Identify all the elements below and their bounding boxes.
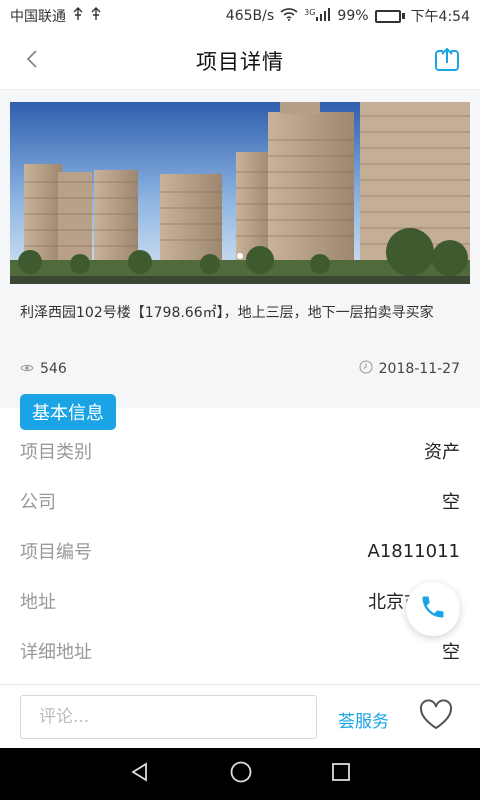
phone-icon [419, 593, 447, 625]
clock: 下午4:54 [410, 9, 470, 25]
favorite-button[interactable] [418, 699, 454, 733]
info-label: 地址 [20, 592, 56, 613]
clock-icon [359, 360, 373, 378]
info-row-detail-address: 详细地址 空 [0, 626, 480, 676]
info-label: 项目类别 [20, 442, 92, 463]
nav-bar: 项目详情 [0, 32, 480, 90]
network-type: 3G [304, 7, 316, 17]
info-row-company: 公司 空 [0, 476, 480, 526]
eye-icon [20, 361, 34, 377]
info-label: 项目编号 [20, 542, 92, 563]
comment-bar: 荟服务 [0, 684, 480, 748]
publish-date: 2018-11-27 [359, 360, 460, 378]
nav-back-icon[interactable] [129, 761, 151, 787]
project-image[interactable] [10, 102, 470, 284]
publish-date-value: 2018-11-27 [378, 361, 460, 377]
project-summary: 利泽西园102号楼【1798.66㎡】，地上三层，地下一层拍卖寻买家 546 2… [0, 90, 480, 408]
call-button[interactable] [406, 582, 460, 636]
back-button[interactable] [14, 46, 50, 76]
usb-icon [90, 7, 102, 25]
info-label: 详细地址 [20, 642, 92, 663]
view-count: 546 [20, 360, 67, 378]
status-left: 中国联通 [10, 6, 102, 26]
usb-icon [72, 7, 84, 25]
nav-recents-icon[interactable] [331, 762, 351, 786]
system-nav-bar [0, 748, 480, 800]
project-description: 利泽西园102号楼【1798.66㎡】，地上三层，地下一层拍卖寻买家 [20, 305, 434, 321]
nav-home-icon[interactable] [229, 760, 253, 788]
info-row-project-number: 项目编号 A1811011 [0, 526, 480, 576]
page-title: 项目详情 [196, 49, 284, 74]
status-bar: 中国联通 465B/s 3G 99% 下午4:54 [0, 0, 480, 32]
network-speed: 465B/s [225, 8, 275, 24]
battery-icon [374, 9, 405, 23]
signal-icon [315, 7, 331, 25]
wifi-icon [280, 7, 298, 25]
share-button[interactable] [434, 46, 462, 74]
share-icon [434, 47, 460, 76]
info-row-category: 项目类别 资产 [0, 426, 480, 476]
info-value: 空 [442, 492, 460, 513]
info-value: 资产 [424, 442, 460, 463]
status-right: 465B/s 3G 99% 下午4:54 [226, 6, 470, 26]
info-value: A1811011 [367, 540, 460, 562]
view-count-value: 546 [40, 361, 67, 377]
info-label: 公司 [20, 492, 56, 513]
chevron-left-icon [25, 49, 39, 73]
project-stats: 546 2018-11-27 [20, 360, 460, 378]
battery-percent: 99% [337, 8, 369, 24]
comment-input[interactable] [20, 695, 317, 739]
info-list: 项目类别 资产 公司 空 项目编号 A1811011 地址 北京市市 详细地址 … [0, 426, 480, 676]
basic-info-tag: 基本信息 [20, 394, 116, 430]
heart-icon [418, 699, 454, 735]
service-link[interactable]: 荟服务 [338, 707, 389, 732]
carrier-label: 中国联通 [10, 9, 66, 25]
info-value: 空 [442, 642, 460, 663]
